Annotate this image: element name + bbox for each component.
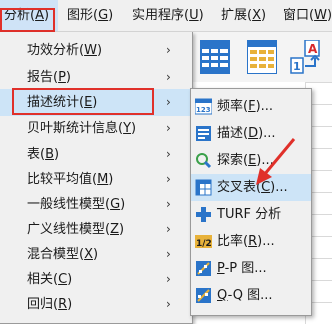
chevron-right-icon: › [166,247,171,261]
menu-item-tables[interactable]: 表(B) › [0,141,192,168]
menu-extensions[interactable]: 扩展(X) [221,0,266,31]
menu-analyze[interactable]: 分析(A) [0,0,58,31]
menu-item-ratio[interactable]: 1/2 比率(R)... [191,228,311,255]
menu-item-power-analysis[interactable]: 功效分析(W) › [0,37,192,64]
menu-item-qq-plots[interactable]: Q-Q 图... [191,282,311,309]
analyze-menu: 功效分析(W) › 报告(P) › 描述统计(E) › 贝叶斯统计信息(Y) ›… [0,32,193,324]
variable-view-icon[interactable] [247,40,277,74]
chevron-right-icon: › [166,297,171,311]
menu-item-turf-analysis[interactable]: TURF 分析 [191,201,311,228]
sort-cases-icon[interactable]: A 1 [289,40,321,74]
chevron-right-icon: › [166,95,171,109]
svg-text:123: 123 [196,106,211,114]
menu-item-mixed-models[interactable]: 混合模型(X) › [0,241,192,268]
annotation-arrow-icon [256,138,296,185]
menu-item-frequencies[interactable]: 123 频率(F)... [191,93,311,120]
pp-plot-icon [196,261,211,276]
menu-item-generalized-linear-model[interactable]: 广义线性模型(Z) › [0,216,192,243]
explore-icon [196,153,212,169]
chevron-right-icon: › [166,147,171,161]
crosstabs-icon [195,179,212,196]
menu-graphs[interactable]: 图形(G) [67,0,113,31]
menu-item-general-linear-model[interactable]: 一般线性模型(G) › [0,191,192,218]
chevron-right-icon: › [166,197,171,211]
ratio-icon: 1/2 [195,235,212,249]
menu-bar: 分析(A) 图形(G) 实用程序(U) 扩展(X) 窗口(W) [0,0,332,32]
qq-plot-icon [196,288,211,303]
menu-item-bayesian-statistics[interactable]: 贝叶斯统计信息(Y) › [0,115,192,142]
descriptives-icon [196,126,211,141]
menu-item-pp-plots[interactable]: P-P 图... [191,255,311,282]
menu-item-compare-means[interactable]: 比较平均值(M) › [0,166,192,193]
menu-item-correlate[interactable]: 相关(C) › [0,266,192,293]
menu-utilities[interactable]: 实用程序(U) [132,0,204,31]
svg-text:1/2: 1/2 [196,239,212,249]
menu-item-reports[interactable]: 报告(P) › [0,64,192,91]
menu-window[interactable]: 窗口(W) [283,0,332,31]
chevron-right-icon: › [166,70,171,84]
menu-item-descriptive-statistics[interactable]: 描述统计(E) › [0,89,192,116]
svg-text:1: 1 [293,60,301,73]
chevron-right-icon: › [166,272,171,286]
chevron-right-icon: › [166,222,171,236]
svg-text:A: A [308,42,318,56]
frequencies-icon: 123 [195,98,212,115]
chevron-right-icon: › [166,172,171,186]
data-table-icon[interactable] [200,40,230,74]
toolbar: A 1 [193,32,332,82]
descriptive-statistics-submenu: 123 频率(F)... 描述(D)... 探索(E)... 交叉表(C)... [190,88,312,316]
menu-item-regression[interactable]: 回归(R) › [0,291,192,318]
chevron-right-icon: › [166,43,171,57]
chevron-right-icon: › [166,121,171,135]
turf-icon [196,207,211,222]
